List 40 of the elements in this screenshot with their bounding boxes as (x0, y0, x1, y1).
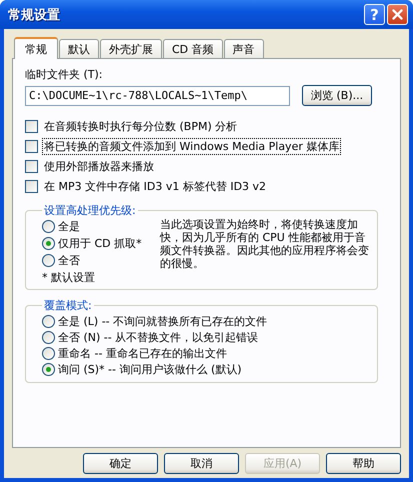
group-title: 覆盖模式: (43, 298, 93, 313)
radio-label[interactable]: 仅用于 CD 抓取* (58, 236, 142, 251)
dialog-button[interactable]: 取消 (164, 453, 239, 474)
description-text: 当此选项设置为始终时，将使转换速度加快，因为几乎所有的 CPU 性能都被用于音频文件转换器。因此其他的应用程序将会变的很慢。 (160, 218, 369, 272)
group-title: 设置高处理优先级: (43, 203, 137, 218)
radio-button[interactable] (42, 254, 55, 267)
checkbox-label[interactable]: 在音频转换时执行每分位数 (BPM) 分析 (42, 118, 240, 135)
tab[interactable]: 声音 (224, 39, 264, 58)
checkbox[interactable] (25, 160, 38, 173)
close-button[interactable] (387, 4, 408, 25)
note-text: * 默认设置 (42, 270, 96, 285)
window-title: 常规设置 (8, 6, 60, 24)
browse-button[interactable]: 浏览 (B)... (302, 85, 372, 106)
radio-button[interactable] (42, 237, 55, 250)
radio-label[interactable]: 全是 (L) -- 不询问就替换所有已存在的文件 (58, 314, 268, 329)
checkbox-label[interactable]: 在 MP3 文件中存储 ID3 v1 标签代替 ID3 v2 (42, 178, 268, 195)
checkbox[interactable] (25, 140, 38, 153)
dialog-button[interactable]: 确定 (83, 453, 158, 474)
radio-label[interactable]: 重命名 -- 重命名已存在的输出文件 (58, 346, 227, 361)
radio-button[interactable] (42, 220, 55, 233)
tab[interactable]: 外壳扩展 (100, 39, 162, 58)
radio-button[interactable] (42, 331, 55, 344)
help-button[interactable]: ? (364, 4, 385, 25)
radio-button[interactable] (42, 315, 55, 328)
checkbox-label[interactable]: 使用外部播放器来播放 (42, 158, 156, 175)
tab[interactable]: 默认 (59, 39, 99, 58)
input-field[interactable]: C:\DOCUME~1\rc-788\LOCALS~1\Temp\ (25, 86, 290, 106)
tab[interactable]: CD 音频 (163, 39, 223, 58)
radio-button[interactable] (42, 347, 55, 360)
checkbox-label[interactable]: 将已转换的音频文件添加到 Windows Media Player 媒体库 (42, 138, 342, 155)
radio-label[interactable]: 询问 (S)* -- 询问用户该做什么 (默认) (58, 362, 242, 377)
checkbox[interactable] (25, 180, 38, 193)
tab[interactable]: 常规 (14, 37, 58, 59)
field-label: 临时文件夹 (T): (25, 67, 104, 82)
radio-label[interactable]: 全否 (58, 253, 80, 268)
dialog-button[interactable]: 帮助 (326, 453, 401, 474)
checkbox[interactable] (25, 120, 38, 133)
radio-label[interactable]: 全否 (N) -- 从不替换文件，以免引起错误 (58, 330, 258, 345)
radio-button[interactable] (42, 363, 55, 376)
radio-label[interactable]: 全是 (58, 219, 80, 234)
